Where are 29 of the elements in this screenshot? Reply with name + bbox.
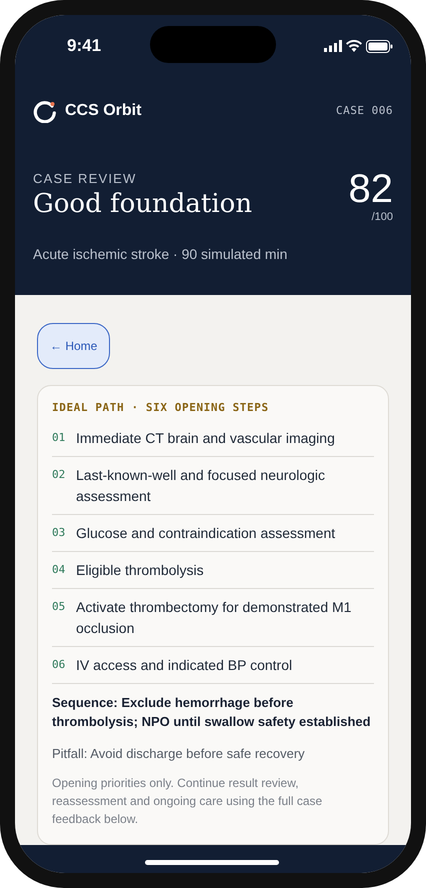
sequence-text: Sequence: Exclude hemorrhage before thrombolysis; NPO until swallow safety established [52, 694, 372, 732]
step-number: 04 [52, 562, 66, 578]
step-number: 01 [52, 430, 66, 446]
status-time: 9:41 [67, 35, 102, 58]
step-text: Last-known-well and focused neurologic assessment [76, 466, 326, 506]
logo-icon [33, 99, 57, 123]
step-number: 05 [52, 599, 66, 616]
home-button[interactable]: ← Home [37, 322, 110, 368]
step-text: Activate thrombectomy for demonstrated M1 occlusion [76, 598, 352, 638]
note-text: Opening priorities only. Continue result review, reassessment and ongoing care using the full case feedback below. [52, 774, 324, 828]
score-max: /100 [372, 210, 393, 225]
brand-name: CCS Orbit [65, 101, 142, 121]
wifi-icon [346, 40, 362, 52]
step-text: IV access and indicated BP control [76, 656, 292, 676]
pitfall-text: Pitfall: Avoid discharge before safe recovery [52, 745, 306, 764]
review-label: CASE REVIEW [33, 170, 138, 188]
step-number: 03 [52, 524, 66, 541]
step-text: Immediate CT brain and vascular imaging [76, 429, 335, 448]
step-number: 06 [52, 657, 66, 674]
card-heading: IDEAL PATH · SIX OPENING STEPS [52, 400, 270, 416]
step-number: 02 [52, 467, 66, 484]
battery-icon [366, 40, 393, 52]
score-value: 82 [348, 169, 393, 209]
review-subtitle: Acute ischemic stroke · 90 simulated min [33, 244, 288, 264]
case-id: CASE 006 [336, 102, 393, 119]
signal-icon [324, 40, 342, 52]
review-title: Good foundation [33, 188, 252, 220]
step-text: Eligible thrombolysis [76, 561, 204, 580]
step-text: Glucose and contraindication assessment [76, 524, 336, 543]
